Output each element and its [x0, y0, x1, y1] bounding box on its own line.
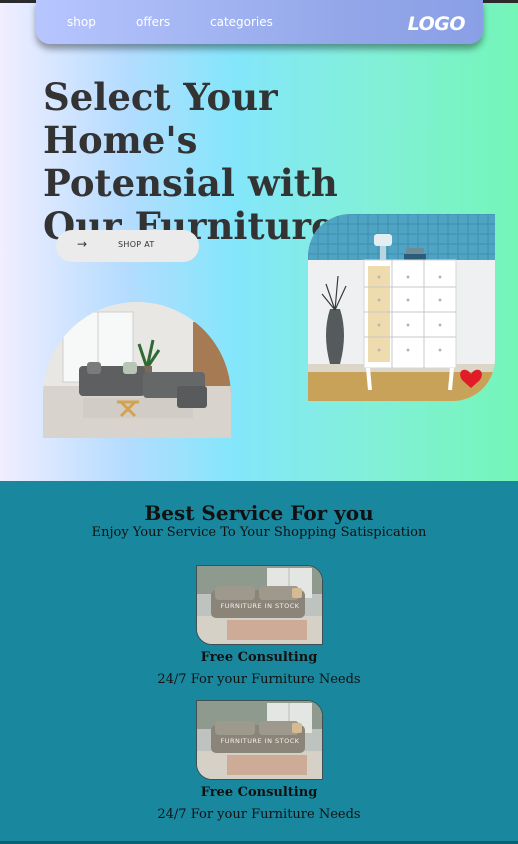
service-card-image: FURNITURE IN STOCK — [196, 565, 323, 645]
service-card-image: FURNITURE IN STOCK — [196, 700, 323, 780]
service-card-title: Free Consulting — [200, 650, 318, 665]
sofa-image — [43, 302, 231, 438]
service-card-image-text: FURNITURE IN STOCK — [220, 737, 299, 745]
service-card-image-text: FURNITURE IN STOCK — [220, 602, 299, 610]
dresser-image — [308, 214, 495, 401]
services-title: Best Service For you — [144, 501, 374, 525]
nav-link-offers[interactable]: offers — [136, 15, 170, 29]
arrow-right-icon: → — [77, 237, 88, 251]
nav-link-categories[interactable]: categories — [210, 15, 273, 29]
services-section: Best Service For you Enjoy Your Service … — [0, 481, 518, 841]
hero-section: shop offers categories LOGO Select Your … — [0, 0, 518, 481]
service-card-text: 24/7 For your Furniture Needs — [157, 807, 361, 822]
shop-button[interactable]: → SHOP AT — [56, 230, 199, 262]
service-card-text: 24/7 For your Furniture Needs — [157, 672, 361, 687]
services-subtitle: Enjoy Your Service To Your Shopping Sati… — [91, 525, 427, 540]
navbar: shop offers categories LOGO — [36, 0, 483, 44]
logo[interactable]: LOGO — [408, 13, 466, 35]
shop-button-label: SHOP AT — [118, 240, 155, 249]
nav-link-shop[interactable]: shop — [67, 15, 96, 29]
service-card-title: Free Consulting — [200, 785, 318, 800]
